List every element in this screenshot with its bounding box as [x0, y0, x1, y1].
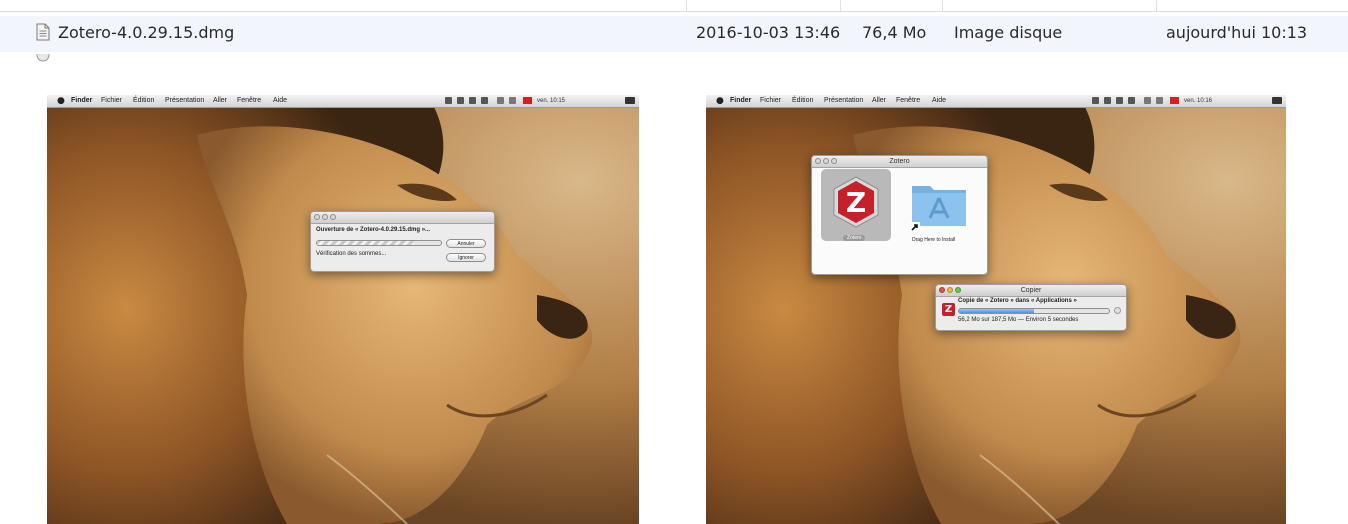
- zotero-app-label: Zotero: [843, 235, 866, 241]
- file-date-modified: 2016-10-03 13:46: [696, 23, 841, 42]
- copy-status-text: 56,2 Mo sur 187,5 Mo — Environ 5 seconde…: [958, 317, 1079, 323]
- file-kind: Image disque: [954, 23, 1063, 42]
- copy-dialog: Copier Z Copie de « Zotero » dans « Appl…: [935, 284, 1127, 331]
- column-separator: [686, 0, 687, 11]
- close-button[interactable]: [314, 214, 320, 220]
- menu-edition[interactable]: Édition: [792, 95, 813, 107]
- alias-arrow-icon: [910, 222, 920, 232]
- menu-fichier[interactable]: Fichier: [101, 95, 122, 107]
- file-name: Zotero-4.0.29.15.dmg: [58, 23, 235, 42]
- window-titlebar: Copier: [936, 285, 1126, 297]
- column-separator: [840, 0, 841, 11]
- drop-label: Drag Here to Install: [912, 237, 956, 243]
- menu-aide[interactable]: Aide: [273, 95, 287, 107]
- tray-icon[interactable]: [1116, 97, 1123, 104]
- status-text: Vérification des sommes...: [316, 251, 387, 257]
- menu-fenetre[interactable]: Fenêtre: [237, 95, 261, 107]
- zotero-small-icon: Z: [942, 303, 955, 316]
- menu-finder[interactable]: Finder: [730, 95, 751, 107]
- menu-fichier[interactable]: Fichier: [760, 95, 781, 107]
- finder-file-list: Zotero-4.0.29.15.dmg 2016-10-03 13:46 76…: [0, 0, 1348, 62]
- list-divider: [0, 11, 1348, 12]
- dmg-window-title: Zotero: [889, 158, 910, 165]
- battery-icon[interactable]: [625, 97, 635, 104]
- menu-aller[interactable]: Aller: [872, 95, 886, 107]
- screenshot-opening-dmg: ● Finder Fichier Édition Présentation Al…: [47, 95, 639, 524]
- screenshot-installing-zotero: ● Finder Fichier Édition Présentation Al…: [706, 95, 1286, 524]
- tray-icon[interactable]: [457, 97, 464, 104]
- file-icon: [36, 54, 50, 62]
- mac-menubar: ● Finder Fichier Édition Présentation Al…: [47, 95, 639, 108]
- opening-dialog: Ouverture de « Zotero-4.0.29.15.dmg »...…: [310, 211, 495, 272]
- zotero-dmg-window: Zotero Z Zotero Drag Here to Install: [811, 155, 988, 275]
- file-row-selected[interactable]: Zotero-4.0.29.15.dmg 2016-10-03 13:46 76…: [0, 16, 1348, 52]
- verification-progress-bar: [316, 240, 442, 246]
- mac-menubar: ● Finder Fichier Édition Présentation Al…: [706, 95, 1286, 108]
- cancel-button[interactable]: Annuler: [446, 239, 486, 248]
- tray-icon[interactable]: [481, 97, 488, 104]
- zoom-button[interactable]: [330, 214, 336, 220]
- skip-button[interactable]: Ignorer: [446, 253, 486, 262]
- menu-aide[interactable]: Aide: [932, 95, 946, 107]
- tray-icon[interactable]: [1092, 97, 1099, 104]
- input-flag-icon[interactable]: [523, 97, 532, 104]
- battery-icon[interactable]: [1272, 97, 1282, 104]
- column-separator: [942, 0, 943, 11]
- menubar-clock[interactable]: ven. 10:15: [537, 95, 565, 107]
- menu-fenetre[interactable]: Fenêtre: [896, 95, 920, 107]
- copy-dialog-title: Copier: [1020, 287, 1042, 294]
- menu-finder[interactable]: Finder: [71, 95, 92, 107]
- lion-wallpaper: [47, 95, 639, 524]
- disk-image-file-icon: [36, 23, 50, 41]
- apple-menu-icon[interactable]: ●: [716, 95, 724, 107]
- menu-presentation[interactable]: Présentation: [824, 95, 863, 107]
- menu-presentation[interactable]: Présentation: [165, 95, 204, 107]
- progress-fill: [317, 241, 414, 245]
- file-size: 76,4 Mo: [862, 23, 927, 42]
- column-separator: [1156, 0, 1157, 11]
- tray-icon[interactable]: [1104, 97, 1111, 104]
- input-flag-icon[interactable]: [1170, 97, 1179, 104]
- opening-title-text: Ouverture de « Zotero-4.0.29.15.dmg »...: [316, 227, 431, 233]
- menu-edition[interactable]: Édition: [133, 95, 154, 107]
- file-date-added: aujourd'hui 10:13: [1166, 23, 1308, 42]
- file-row-partial: [0, 54, 1348, 62]
- zotero-app-icon-letter: Z: [846, 186, 866, 219]
- minimize-button[interactable]: [322, 214, 328, 220]
- apple-menu-icon[interactable]: ●: [57, 95, 65, 107]
- tray-icon[interactable]: [469, 97, 476, 104]
- tray-icon[interactable]: [1128, 97, 1135, 104]
- menu-aller[interactable]: Aller: [213, 95, 227, 107]
- window-titlebar: [311, 212, 494, 224]
- menubar-clock[interactable]: ven. 10:16: [1184, 95, 1212, 107]
- wifi-icon[interactable]: [1144, 97, 1151, 104]
- progress-fill: [959, 309, 1034, 313]
- copy-progress-bar: [958, 308, 1110, 314]
- copy-text: Copie de « Zotero » dans « Applications …: [958, 298, 1077, 304]
- zotero-app-icon[interactable]: Z: [828, 174, 884, 230]
- stop-copy-button[interactable]: [1114, 307, 1121, 314]
- volume-icon[interactable]: [509, 97, 516, 104]
- tray-icon[interactable]: [445, 97, 452, 104]
- volume-icon[interactable]: [1156, 97, 1163, 104]
- window-titlebar: Zotero: [812, 156, 987, 168]
- wifi-icon[interactable]: [497, 97, 504, 104]
